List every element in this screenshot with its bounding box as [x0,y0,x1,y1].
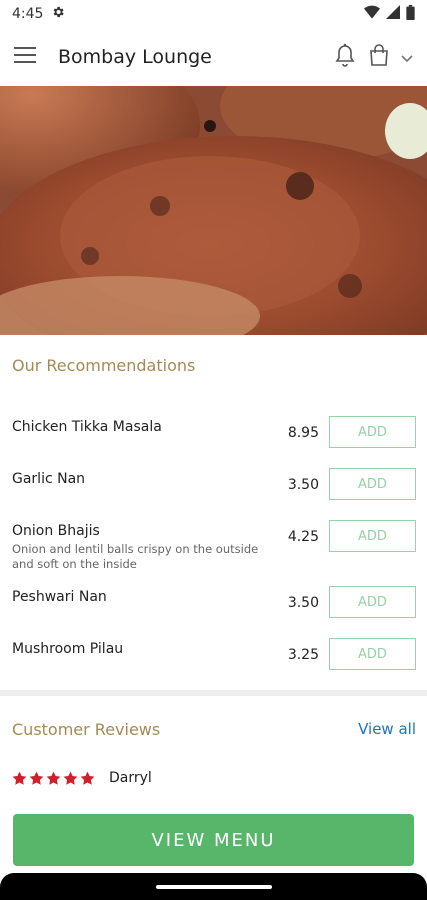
app-bar: Bombay Lounge [0,28,427,86]
star-rating [12,771,95,786]
add-button[interactable]: ADD [329,416,416,448]
star-icon [12,771,27,785]
menu-item-name: Mushroom Pilau [12,641,124,657]
status-bar: 4:45 [0,0,427,28]
menu-item: Peshwari Nan 3.50 ADD [0,575,427,627]
reviews-heading: Customer Reviews [12,720,161,739]
hamburger-menu-icon[interactable] [14,46,36,68]
star-icon [29,771,44,785]
menu-item: Onion Bhajis Onion and lentil balls cris… [0,509,427,579]
view-all-reviews-link[interactable]: View all [358,720,416,738]
settings-icon [51,5,65,23]
battery-icon [406,4,415,24]
menu-item-name: Onion Bhajis [12,523,100,539]
shopping-bag-icon[interactable] [369,44,389,70]
reviewer-name: Darryl [109,770,152,786]
bell-icon[interactable] [333,42,357,72]
star-icon [80,771,95,785]
menu-item-name: Peshwari Nan [12,589,107,605]
signal-icon [386,5,400,23]
wifi-icon [364,5,380,23]
hero-food-image [0,86,427,335]
section-divider [0,690,427,696]
add-button[interactable]: ADD [329,468,416,500]
add-button[interactable]: ADD [329,638,416,670]
view-menu-button[interactable]: VIEW MENU [13,814,414,866]
menu-item: Mushroom Pilau 3.25 ADD [0,627,427,679]
add-button[interactable]: ADD [329,586,416,618]
menu-item-price: 3.50 [287,477,319,493]
menu-item-price: 3.25 [287,647,319,663]
menu-item-description: Onion and lentil balls crispy on the out… [12,542,259,571]
star-icon [46,771,61,785]
menu-item: Garlic Nan 3.50 ADD [0,457,427,509]
chevron-down-icon[interactable] [401,48,413,67]
menu-item-price: 8.95 [287,425,319,441]
menu-item-price: 4.25 [287,529,319,545]
status-time: 4:45 [12,6,44,22]
add-button[interactable]: ADD [329,520,416,552]
star-icon [63,771,78,785]
home-gesture-handle[interactable] [156,885,272,889]
review-item: Darryl [12,770,152,786]
menu-item-name: Chicken Tikka Masala [12,419,162,435]
system-nav-bar [0,873,427,900]
recommendations-heading: Our Recommendations [12,356,196,375]
menu-item-price: 3.50 [287,595,319,611]
restaurant-title: Bombay Lounge [58,46,212,68]
menu-item-name: Garlic Nan [12,471,86,487]
menu-item: Chicken Tikka Masala 8.95 ADD [0,405,427,457]
